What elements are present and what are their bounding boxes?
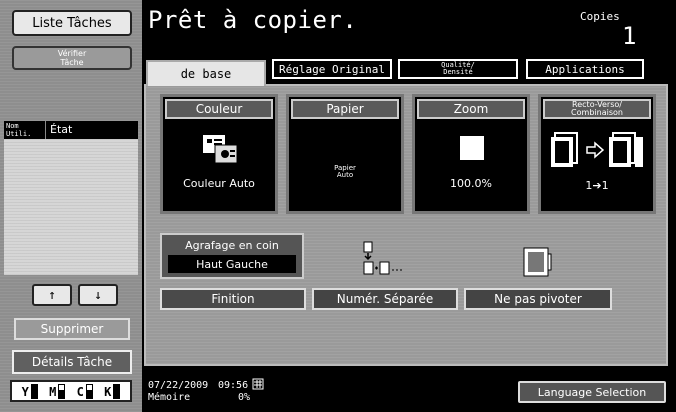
- tab-qualite-densite[interactable]: Qualité/Densité: [398, 59, 518, 79]
- toner-magenta: M: [49, 383, 66, 399]
- footer-time: 09:56: [218, 380, 249, 391]
- toner-black-label: K: [104, 384, 112, 399]
- tab-reglage-original[interactable]: Réglage Original: [272, 59, 392, 79]
- paper-title: Papier: [291, 99, 399, 119]
- footer-memory-value: 0%: [238, 392, 251, 403]
- arrow-down-icon: ↓: [94, 287, 102, 303]
- copier-screen: Liste Tâches Vérifier Tâche Nom Utili. Ét…: [0, 0, 676, 412]
- zoom-function-button[interactable]: Zoom 100.0%: [412, 94, 530, 214]
- staple-setting-button[interactable]: Agrafage en coin Haut Gauche: [160, 233, 304, 279]
- tab-qualite-line2: Densité: [443, 68, 473, 76]
- staple-title: Agrafage en coin: [185, 238, 279, 252]
- scroll-up-button[interactable]: ↑: [32, 284, 72, 306]
- job-list-button[interactable]: Liste Tâches: [12, 10, 132, 36]
- color-documents-icon: [203, 135, 238, 164]
- duplex-function-button[interactable]: Recto-Verso/Combinaison 1➔1: [538, 94, 656, 214]
- network-icon: [252, 378, 264, 390]
- column-user: Nom Utili.: [4, 121, 46, 139]
- staple-value: Haut Gauche: [168, 255, 296, 273]
- zoom-value: 100.0%: [450, 177, 492, 190]
- toner-yellow-bar: [30, 383, 38, 399]
- scroll-down-button[interactable]: ↓: [78, 284, 118, 306]
- toner-cyan: C: [76, 383, 93, 399]
- paper-value: Papier Auto: [289, 165, 401, 179]
- arrow-up-icon: ↑: [48, 287, 56, 303]
- toner-levels: Y M C K: [10, 380, 132, 402]
- language-selection-button[interactable]: Language Selection: [518, 381, 666, 403]
- status-title: Prêt à copier.: [148, 6, 358, 34]
- tab-de-base[interactable]: de base: [146, 60, 266, 86]
- verify-job-label-1: Vérifier: [57, 49, 87, 58]
- job-list[interactable]: [4, 139, 138, 275]
- toner-cyan-label: C: [76, 384, 84, 399]
- paper-function-button[interactable]: Papier Papier Auto: [286, 94, 404, 214]
- column-user-line2: Utili.: [6, 130, 32, 138]
- toner-black-bar: [113, 383, 121, 399]
- column-state: État: [50, 123, 73, 136]
- verify-job-button[interactable]: Vérifier Tâche: [12, 46, 132, 70]
- duplex-title-line2: Combinaison: [571, 108, 623, 117]
- left-sidebar: Liste Tâches Vérifier Tâche Nom Utili. Ét…: [0, 0, 142, 412]
- paper-value-line2: Auto: [336, 171, 354, 179]
- toner-yellow: Y: [21, 383, 38, 399]
- toner-yellow-label: Y: [21, 384, 29, 399]
- toner-black: K: [104, 383, 121, 399]
- verify-job-label-2: Tâche: [60, 58, 84, 67]
- delete-button[interactable]: Supprimer: [14, 318, 130, 340]
- duplex-pages-icon: [551, 132, 643, 167]
- tab-applications[interactable]: Applications: [526, 59, 644, 79]
- copies-count: 1: [622, 22, 637, 50]
- separate-scan-button[interactable]: Numér. Séparée: [312, 288, 458, 310]
- color-function-button[interactable]: Couleur Couleur Auto: [160, 94, 278, 214]
- job-details-button[interactable]: Détails Tâche: [12, 350, 132, 374]
- no-rotate-icon: [523, 247, 552, 277]
- toner-magenta-bar: [58, 383, 66, 399]
- separate-scan-icon: [363, 241, 402, 275]
- zoom-page-icon: [460, 136, 484, 160]
- footer-memory-label: Mémoire: [148, 392, 191, 403]
- duplex-value: 1➔1: [585, 179, 609, 192]
- finishing-button[interactable]: Finition: [160, 288, 306, 310]
- color-value: Couleur Auto: [183, 177, 255, 190]
- zoom-title: Zoom: [417, 99, 525, 119]
- copies-label: Copies: [580, 10, 620, 23]
- no-rotate-button[interactable]: Ne pas pivoter: [464, 288, 612, 310]
- color-title: Couleur: [165, 99, 273, 119]
- toner-cyan-bar: [85, 383, 93, 399]
- column-user-line1: Nom: [6, 122, 19, 130]
- toner-magenta-label: M: [49, 384, 57, 399]
- duplex-title: Recto-Verso/Combinaison: [543, 99, 651, 119]
- job-list-header: Nom Utili. État: [4, 121, 138, 139]
- footer-date: 07/22/2009: [148, 380, 209, 391]
